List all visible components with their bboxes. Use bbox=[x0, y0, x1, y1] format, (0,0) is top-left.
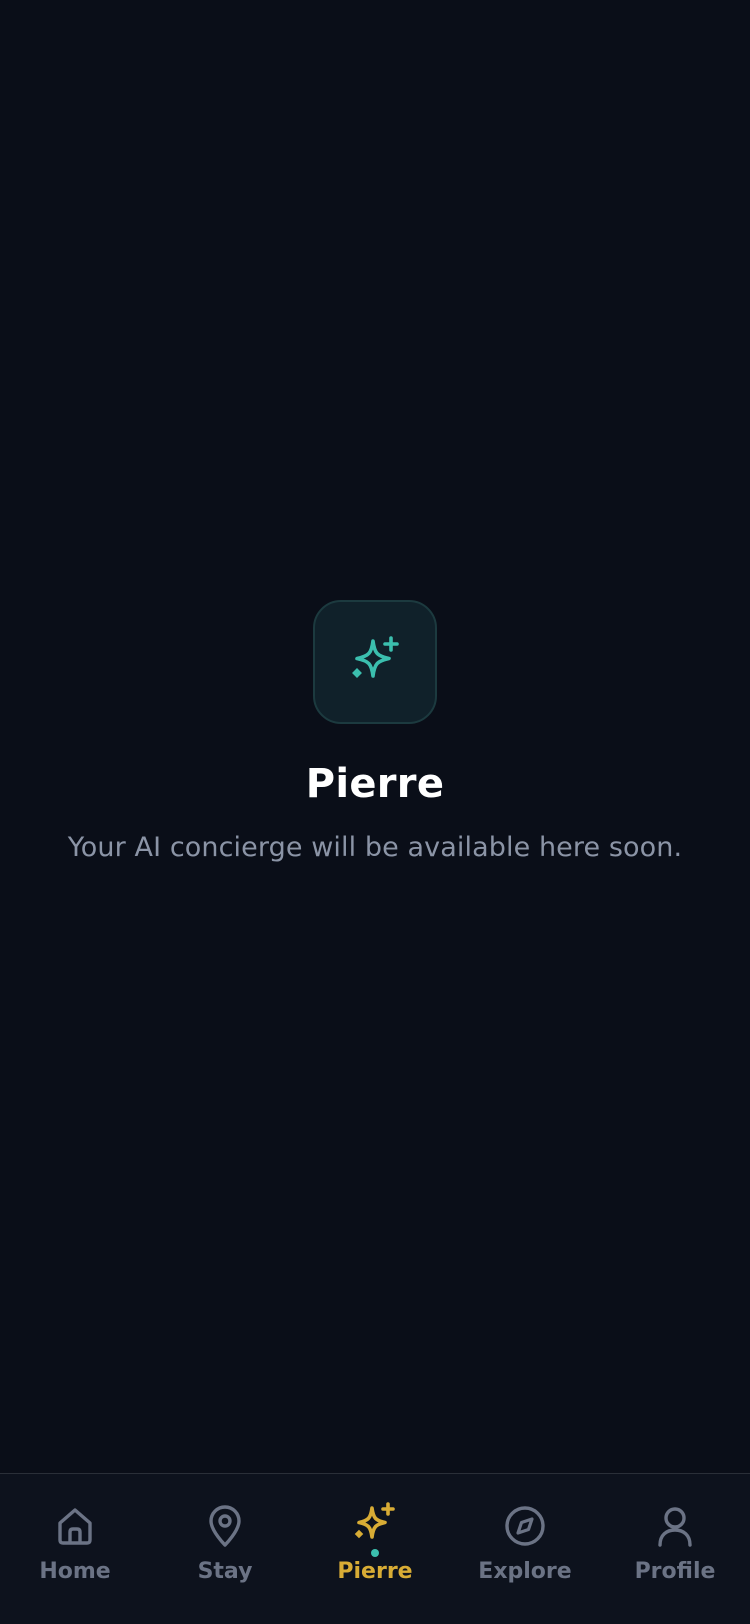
tab-stay[interactable]: Stay bbox=[150, 1474, 300, 1624]
home-icon bbox=[58, 1508, 92, 1545]
tab-explore[interactable]: Explore bbox=[450, 1474, 600, 1624]
sparkles-icon bbox=[352, 636, 399, 678]
sparkles-icon-tile bbox=[313, 600, 437, 724]
page-title: Pierre bbox=[305, 761, 445, 807]
compass-icon bbox=[505, 1506, 545, 1546]
tab-label-home: Home bbox=[39, 1559, 111, 1584]
tab-label-stay: Stay bbox=[197, 1559, 253, 1584]
tab-pierre[interactable]: Pierre bbox=[300, 1474, 450, 1624]
tab-label-profile: Profile bbox=[634, 1559, 716, 1584]
sparkles-icon bbox=[354, 1502, 395, 1539]
bottom-tab-bar: Home Stay Pierre Explore Profile bbox=[0, 1473, 750, 1624]
tab-home[interactable]: Home bbox=[0, 1474, 150, 1624]
user-icon bbox=[658, 1507, 692, 1547]
tab-label-explore: Explore bbox=[478, 1559, 572, 1584]
active-tab-indicator bbox=[371, 1549, 379, 1557]
page-subtitle: Your AI concierge will be available here… bbox=[67, 832, 683, 863]
map-pin-icon bbox=[209, 1505, 241, 1547]
empty-state: Pierre Your AI concierge will be availab… bbox=[0, 600, 750, 866]
tab-profile[interactable]: Profile bbox=[600, 1474, 750, 1624]
tab-label-pierre: Pierre bbox=[337, 1559, 413, 1584]
pierre-screen: Pierre Your AI concierge will be availab… bbox=[0, 0, 750, 1624]
